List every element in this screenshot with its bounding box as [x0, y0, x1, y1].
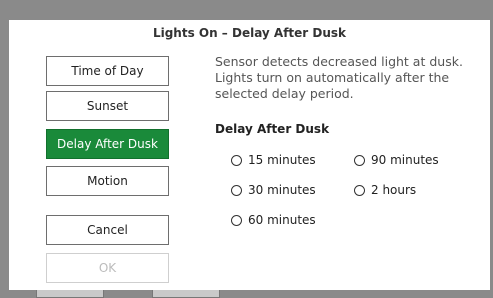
delay-option-2-hours[interactable]: 2 hours	[354, 183, 416, 197]
delay-option-90-minutes[interactable]: 90 minutes	[354, 153, 439, 167]
delay-option-label: 15 minutes	[248, 153, 316, 167]
radio-circle-icon	[231, 184, 242, 196]
motion-button[interactable]: Motion	[46, 166, 169, 196]
delay-section-label: Delay After Dusk	[215, 122, 330, 136]
delay-option-label: 60 minutes	[248, 213, 316, 227]
delay-after-dusk-dialog: Lights On – Delay After Dusk Time of Day…	[9, 20, 490, 290]
delay-option-60-minutes[interactable]: 60 minutes	[231, 213, 316, 227]
radio-circle-icon	[231, 214, 242, 226]
cancel-button[interactable]: Cancel	[46, 215, 169, 245]
delay-option-label: 90 minutes	[371, 153, 439, 167]
dialog-description: Sensor detects decreased light at dusk. …	[215, 54, 463, 101]
time-of-day-button[interactable]: Time of Day	[46, 56, 169, 86]
delay-after-dusk-button[interactable]: Delay After Dusk	[46, 129, 169, 159]
delay-option-label: 2 hours	[371, 183, 417, 197]
delay-option-30-minutes[interactable]: 30 minutes	[231, 183, 316, 197]
delay-option-15-minutes[interactable]: 15 minutes	[231, 153, 316, 167]
radio-circle-icon	[354, 154, 365, 166]
radio-circle-icon	[354, 184, 365, 196]
sunset-button[interactable]: Sunset	[46, 91, 169, 121]
ok-button[interactable]: OK	[46, 253, 169, 283]
delay-option-label: 30 minutes	[248, 183, 316, 197]
dialog-title: Lights On – Delay After Dusk	[152, 26, 347, 40]
radio-circle-icon	[231, 154, 242, 166]
